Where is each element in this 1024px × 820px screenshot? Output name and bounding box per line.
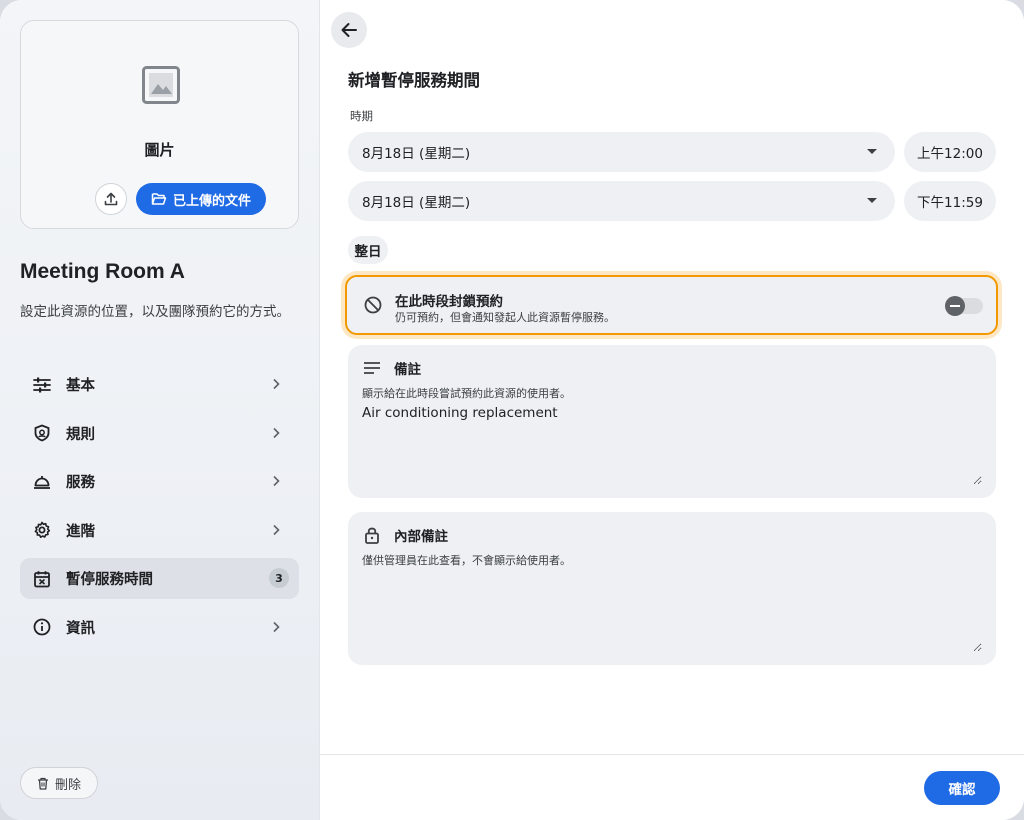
back-button[interactable] [331,12,367,48]
notes-lines-icon [364,362,380,374]
nav-item-label: 資訊 [66,620,95,637]
dialog-window: 圖片 已上傳的文件 Meeting Room A 設定此資源的位置，以及團隊預約… [0,0,1024,820]
end-time-value: 下午11:59 [917,195,983,211]
confirm-button[interactable]: 確認 [924,771,1000,805]
resource-title: Meeting Room A [20,260,185,283]
nav-item-label: 暫停服務時間 [66,572,153,588]
page-title: 新增暫停服務期間 [348,71,480,90]
nav-item-basic[interactable]: 基本 [20,364,299,405]
note-card: 備註 顯示給在此時段嘗試預約此資源的使用者。 Air conditioning … [348,345,996,498]
resource-description: 設定此資源的位置，以及團隊預約它的方式。 [20,304,290,320]
resource-sidebar: 圖片 已上傳的文件 Meeting Room A 設定此資源的位置，以及團隊預約… [0,0,320,820]
block-booking-toggle[interactable] [945,296,983,316]
chevron-right-icon [273,427,280,438]
nav-item-services[interactable]: 服務 [20,461,299,502]
nav-item-advanced[interactable]: 進階 [20,510,299,551]
note-subtitle: 顯示給在此時段嘗試預約此資源的使用者。 [362,387,571,400]
block-booking-row[interactable]: 在此時段封鎖預約 仍可預約，但會通知發起人此資源暫停服務。 [345,275,998,335]
blackout-form: 新增暫停服務期間 時期 8月18日 (星期二) 上午12:00 8月18日 (星… [320,0,1024,820]
caret-down-icon [867,198,877,203]
arrow-left-icon [341,23,357,37]
folder-open-icon [151,193,167,205]
nav-item-label: 基本 [66,378,95,394]
gear-icon [32,520,52,540]
nav-item-info[interactable]: 資訊 [20,607,299,648]
block-icon [364,296,382,314]
image-label: 圖片 [144,141,175,159]
nav-item-label: 服務 [66,475,95,491]
lock-icon [365,527,379,544]
all-day-chip[interactable]: 整日 [348,236,388,264]
internal-note-subtitle: 僅供管理員在此查看，不會顯示給使用者。 [362,554,571,567]
shield-icon [32,423,52,443]
uploaded-files-label: 已上傳的文件 [172,193,251,209]
toggle-knob [945,296,965,316]
block-booking-title: 在此時段封鎖預約 [395,294,503,310]
settings-nav: 基本 規則 服務 進階 暫停服務時間 3 資訊 [20,364,299,655]
calendar-x-icon [32,569,52,589]
end-date-value: 8月18日 (星期二) [362,195,471,211]
image-card: 圖片 已上傳的文件 [20,20,299,229]
nav-item-label: 進階 [66,523,95,540]
upload-icon [104,192,118,206]
internal-note-title: 內部備註 [394,529,448,545]
service-bell-icon [32,472,52,492]
trash-icon [37,777,48,790]
internal-note-textarea[interactable] [362,572,982,652]
nav-item-label: 規則 [66,426,95,443]
nav-item-blackout-times[interactable]: 暫停服務時間 3 [20,558,299,599]
start-date-select[interactable]: 8月18日 (星期二) [348,132,895,172]
chevron-right-icon [273,524,280,535]
chevron-right-icon [273,475,280,487]
info-icon [32,617,52,637]
image-placeholder-icon [142,66,180,104]
start-time-value: 上午12:00 [917,146,983,162]
uploaded-files-button[interactable]: 已上傳的文件 [136,183,266,215]
chevron-right-icon [273,621,280,632]
caret-down-icon [867,149,877,154]
end-date-select[interactable]: 8月18日 (星期二) [348,181,895,221]
note-title: 備註 [394,362,421,378]
nav-item-rules[interactable]: 規則 [20,413,299,454]
note-textarea[interactable]: Air conditioning replacement [362,405,982,485]
start-time-field[interactable]: 上午12:00 [904,132,996,172]
period-label: 時期 [350,109,373,123]
block-booking-subtitle: 仍可預約，但會通知發起人此資源暫停服務。 [395,311,615,324]
delete-button[interactable]: 刪除 [20,767,98,799]
delete-label: 刪除 [54,777,81,793]
chevron-right-icon [273,378,280,390]
internal-note-card: 內部備註 僅供管理員在此查看，不會顯示給使用者。 [348,512,996,665]
sliders-icon [32,375,52,395]
start-date-value: 8月18日 (星期二) [362,146,471,162]
footer-divider [320,754,1024,755]
upload-button[interactable] [95,183,127,215]
end-time-field[interactable]: 下午11:59 [904,181,996,221]
count-badge: 3 [269,568,289,588]
